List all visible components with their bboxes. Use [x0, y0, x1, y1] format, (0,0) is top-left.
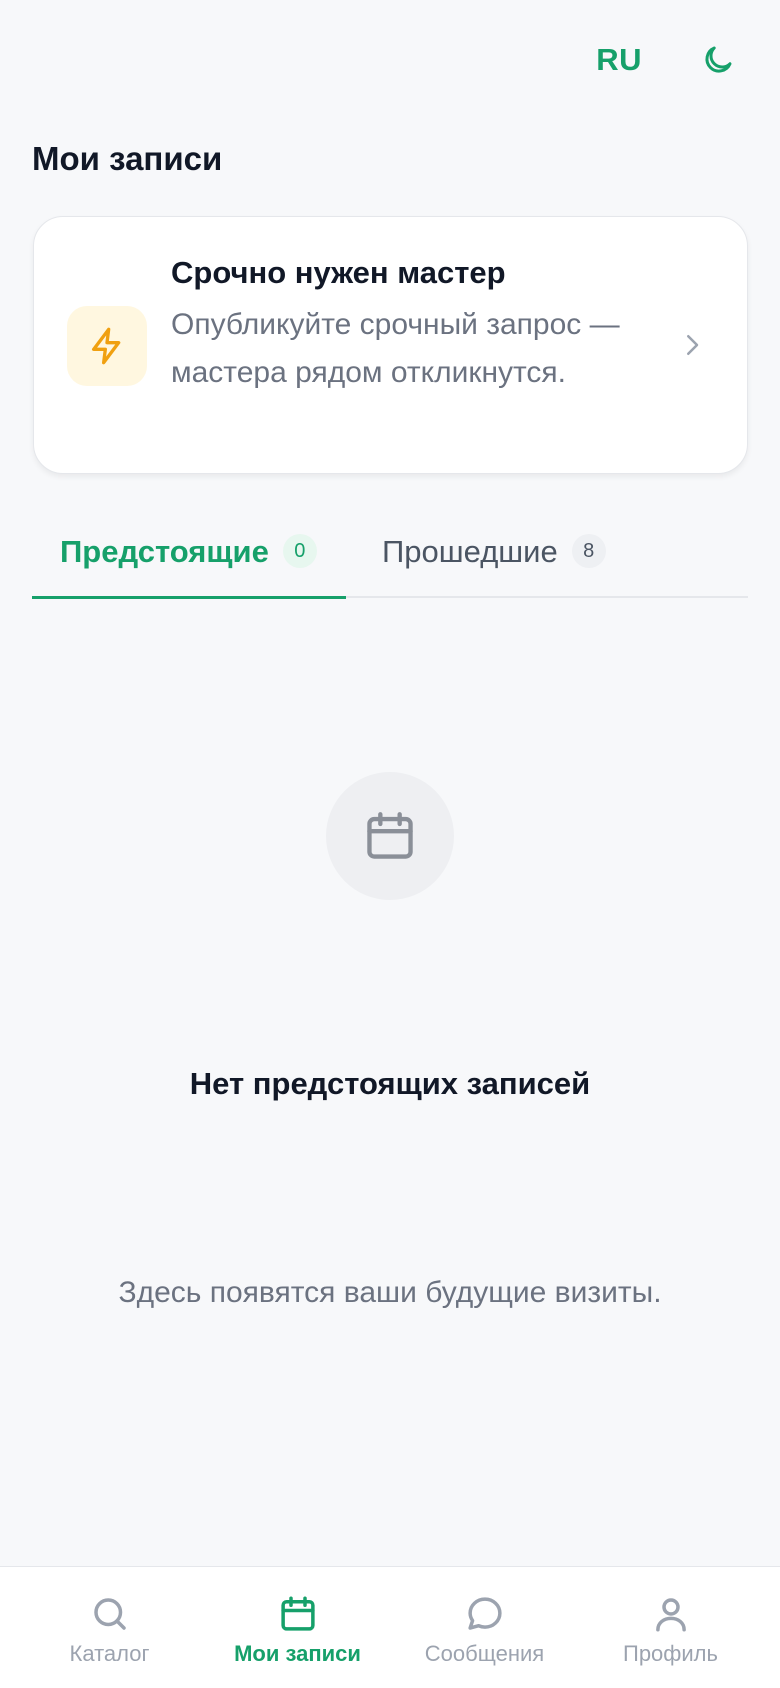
tab-upcoming[interactable]: Предстоящие 0: [32, 520, 346, 599]
nav-item-profile[interactable]: Профиль: [573, 1593, 768, 1667]
theme-toggle-button[interactable]: [698, 40, 738, 80]
tab-past-count-badge: 8: [571, 534, 606, 568]
user-icon: [655, 1598, 686, 1632]
nav-label-bookings: Мои записи: [234, 1641, 361, 1666]
bookings-tabs: Предстоящие 0 Прошедшие 8: [32, 520, 748, 599]
urgent-icon-container: [67, 306, 147, 386]
nav-item-bookings[interactable]: Мои записи: [200, 1593, 395, 1667]
nav-label-catalog: Каталог: [69, 1641, 150, 1666]
empty-state-description: Здесь появятся ваши будущие визиты.: [118, 1276, 662, 1309]
search-icon: [93, 1598, 126, 1630]
moon-icon: [705, 46, 732, 73]
nav-label-messages: Сообщения: [424, 1641, 545, 1666]
tab-upcoming-label: Предстоящие: [60, 534, 269, 569]
page-title: Мои записи: [32, 140, 223, 177]
chevron-right-icon: [687, 335, 699, 355]
calendar-icon: [367, 812, 413, 859]
lightning-icon: [92, 327, 121, 365]
bottom-navigation: Каталог Мои записи Сообщения Профиль: [0, 1566, 780, 1688]
top-bar: RU: [596, 40, 738, 80]
nav-item-catalog[interactable]: Каталог: [12, 1593, 207, 1667]
tab-past-label: Прошедшие: [382, 534, 558, 569]
empty-state-icon-circle: [326, 772, 454, 900]
nav-item-messages[interactable]: Сообщения: [387, 1593, 582, 1667]
app-screen: RU Мои записи Срочно нужен мастер Опубли…: [0, 0, 780, 1688]
urgent-card-title: Срочно нужен мастер: [171, 255, 506, 290]
nav-label-profile: Профиль: [623, 1641, 718, 1666]
tab-past[interactable]: Прошедшие 8: [382, 520, 606, 598]
tab-upcoming-count-badge: 0: [282, 534, 317, 568]
empty-state-title: Нет предстоящих записей: [189, 1066, 591, 1101]
calendar-icon: [280, 1596, 315, 1631]
urgent-request-card[interactable]: Срочно нужен мастер Опубликуйте срочный …: [33, 216, 748, 474]
urgent-card-description: Опубликуйте срочный запрос — мастера ряд…: [171, 308, 620, 389]
chat-bubble-icon: [467, 1597, 502, 1630]
language-switcher[interactable]: RU: [596, 42, 642, 78]
